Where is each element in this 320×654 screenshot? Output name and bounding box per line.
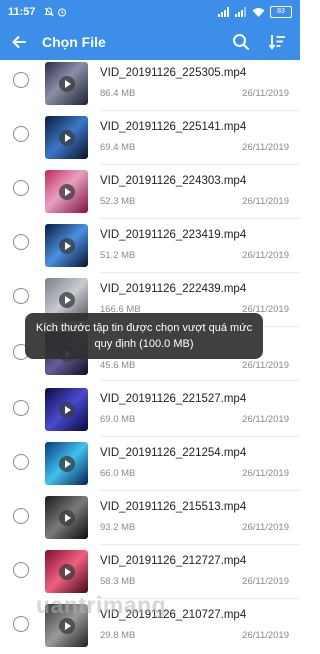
file-row[interactable]: VID_20191126_225305.mp4 86.4 MB 26/11/20… — [0, 60, 300, 112]
file-size: 51.2 MB — [100, 250, 136, 261]
select-radio[interactable] — [13, 616, 29, 632]
row-divider — [100, 544, 300, 545]
video-thumbnail — [45, 442, 88, 485]
wifi-icon — [252, 8, 265, 17]
file-name: VID_20191126_223419.mp4 — [100, 229, 247, 241]
play-icon — [58, 563, 75, 580]
status-bar: 11:57 83 — [0, 0, 300, 24]
select-radio[interactable] — [13, 562, 29, 578]
video-thumbnail — [45, 496, 88, 539]
select-radio[interactable] — [13, 234, 29, 250]
row-divider — [100, 272, 300, 273]
sort-icon[interactable] — [266, 31, 288, 53]
select-radio[interactable] — [13, 400, 29, 416]
play-icon — [58, 129, 75, 146]
select-radio[interactable] — [13, 72, 29, 88]
back-arrow-icon[interactable] — [8, 31, 30, 53]
file-size: 93.2 MB — [100, 522, 136, 533]
file-name: VID_20191126_225141.mp4 — [100, 121, 247, 133]
file-name: VID_20191126_212727.mp4 — [100, 555, 247, 567]
file-date: 26/11/2019 — [242, 196, 289, 207]
select-radio[interactable] — [13, 126, 29, 142]
row-divider — [100, 164, 300, 165]
signal-icon — [218, 7, 229, 17]
size-limit-toast: Kích thước tập tin được chọn vượt quá mứ… — [25, 313, 263, 359]
file-date: 26/11/2019 — [242, 630, 289, 641]
video-thumbnail — [45, 388, 88, 431]
file-name: VID_20191126_221254.mp4 — [100, 447, 247, 459]
play-icon — [58, 291, 75, 308]
search-icon[interactable] — [230, 31, 252, 53]
app-bar: Chọn File — [0, 24, 300, 60]
play-icon — [58, 509, 75, 526]
alarm-icon — [57, 8, 66, 17]
notification-muted-icon — [43, 7, 54, 17]
row-divider — [100, 490, 300, 491]
file-size: 52.3 MB — [100, 196, 136, 207]
file-date: 26/11/2019 — [242, 468, 289, 479]
file-name: VID_20191126_221527.mp4 — [100, 393, 247, 405]
file-name: VID_20191126_215513.mp4 — [100, 501, 247, 513]
file-date: 26/11/2019 — [242, 576, 289, 587]
video-thumbnail — [45, 170, 88, 213]
play-icon — [58, 237, 75, 254]
file-row[interactable]: VID_20191126_215513.mp4 93.2 MB 26/11/20… — [0, 494, 300, 546]
file-name: VID_20191126_225305.mp4 — [100, 67, 247, 79]
file-size: 86.4 MB — [100, 88, 136, 99]
play-icon — [58, 75, 75, 92]
file-date: 26/11/2019 — [242, 88, 289, 99]
file-size: 29.8 MB — [100, 630, 136, 641]
file-size: 58.3 MB — [100, 576, 136, 587]
file-row[interactable]: VID_20191126_221527.mp4 69.0 MB 26/11/20… — [0, 384, 300, 437]
file-size: 45.6 MB — [100, 360, 136, 371]
file-date: 26/11/2019 — [242, 414, 289, 425]
file-date: 26/11/2019 — [242, 250, 289, 261]
select-radio[interactable] — [13, 180, 29, 196]
play-icon — [58, 455, 75, 472]
video-thumbnail — [45, 224, 88, 267]
select-radio[interactable] — [13, 288, 29, 304]
file-row[interactable]: VID_20191126_224303.mp4 52.3 MB 26/11/20… — [0, 168, 300, 220]
row-divider — [100, 436, 300, 437]
status-time: 11:57 — [8, 6, 36, 18]
video-thumbnail — [45, 116, 88, 159]
file-date: 26/11/2019 — [242, 142, 289, 153]
file-name: VID_20191126_224303.mp4 — [100, 175, 247, 187]
battery-icon: 83 — [270, 6, 292, 18]
row-divider — [100, 380, 300, 381]
video-thumbnail — [45, 550, 88, 593]
page-title: Chọn File — [42, 34, 106, 50]
file-row[interactable]: VID_20191126_221254.mp4 66.0 MB 26/11/20… — [0, 440, 300, 492]
select-radio[interactable] — [13, 508, 29, 524]
file-date: 26/11/2019 — [242, 360, 289, 371]
play-icon — [58, 183, 75, 200]
row-divider — [100, 218, 300, 219]
file-row[interactable]: VID_20191126_223419.mp4 51.2 MB 26/11/20… — [0, 222, 300, 274]
file-name: VID_20191126_222439.mp4 — [100, 283, 247, 295]
signal-icon-2 — [235, 7, 246, 17]
play-icon — [58, 401, 75, 418]
select-radio[interactable] — [13, 454, 29, 470]
file-size: 69.4 MB — [100, 142, 136, 153]
file-size: 69.0 MB — [100, 414, 136, 425]
row-divider — [100, 110, 300, 111]
file-row[interactable]: VID_20191126_225141.mp4 69.4 MB 26/11/20… — [0, 114, 300, 166]
file-size: 66.0 MB — [100, 468, 136, 479]
watermark-text: uantrimang — [36, 592, 167, 618]
video-thumbnail — [45, 62, 88, 105]
play-icon — [58, 617, 75, 634]
file-date: 26/11/2019 — [242, 522, 289, 533]
